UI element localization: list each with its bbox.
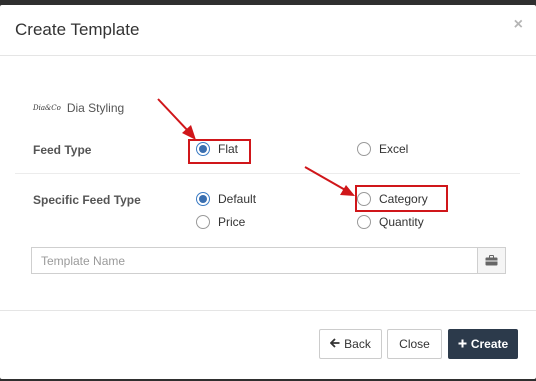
radio-specific-default[interactable]: Default <box>196 192 256 206</box>
highlight-box-flat <box>188 139 251 164</box>
arrow-to-category-icon <box>304 166 355 196</box>
template-name-field <box>31 247 506 274</box>
brand-name: Dia Styling <box>66 101 125 115</box>
plus-icon <box>458 337 467 351</box>
radio-unchecked-icon[interactable] <box>357 215 371 229</box>
back-button[interactable]: Back <box>319 329 382 359</box>
radio-checked-icon[interactable] <box>196 192 210 206</box>
highlight-box-category <box>355 185 448 212</box>
create-template-modal: Create Template × Dia&Co Dia Styling Fee… <box>0 5 536 379</box>
radio-unchecked-icon[interactable] <box>196 215 210 229</box>
store-brand: Dia&Co Dia Styling <box>33 101 124 115</box>
template-name-input[interactable] <box>32 248 477 273</box>
arrow-to-flat-icon <box>157 98 196 140</box>
radio-specific-price[interactable]: Price <box>196 215 245 229</box>
specific-feed-type-label: Specific Feed Type <box>33 193 141 207</box>
back-button-label: Back <box>344 337 371 351</box>
feed-type-label: Feed Type <box>33 143 92 157</box>
modal-header: Create Template × <box>0 5 536 56</box>
create-button-label: Create <box>470 337 509 351</box>
modal-title: Create Template <box>15 20 140 39</box>
radio-label: Excel <box>379 142 409 156</box>
radio-label: Price <box>218 215 246 229</box>
annotation-arrows <box>157 98 355 196</box>
briefcase-icon <box>477 248 505 273</box>
radio-feed-excel[interactable]: Excel <box>357 142 408 156</box>
footer-divider <box>0 310 536 311</box>
arrow-left-icon <box>329 337 340 351</box>
radio-unchecked-icon[interactable] <box>357 142 371 156</box>
radio-label: Quantity <box>379 215 424 229</box>
create-button[interactable]: Create <box>448 329 518 359</box>
section-divider <box>15 173 520 174</box>
radio-specific-quantity[interactable]: Quantity <box>357 215 424 229</box>
radio-label: Default <box>218 192 257 206</box>
close-icon[interactable]: × <box>514 16 523 34</box>
close-button[interactable]: Close <box>387 329 442 359</box>
close-button-label: Close <box>399 337 430 351</box>
brand-logo: Dia&Co <box>33 104 61 112</box>
